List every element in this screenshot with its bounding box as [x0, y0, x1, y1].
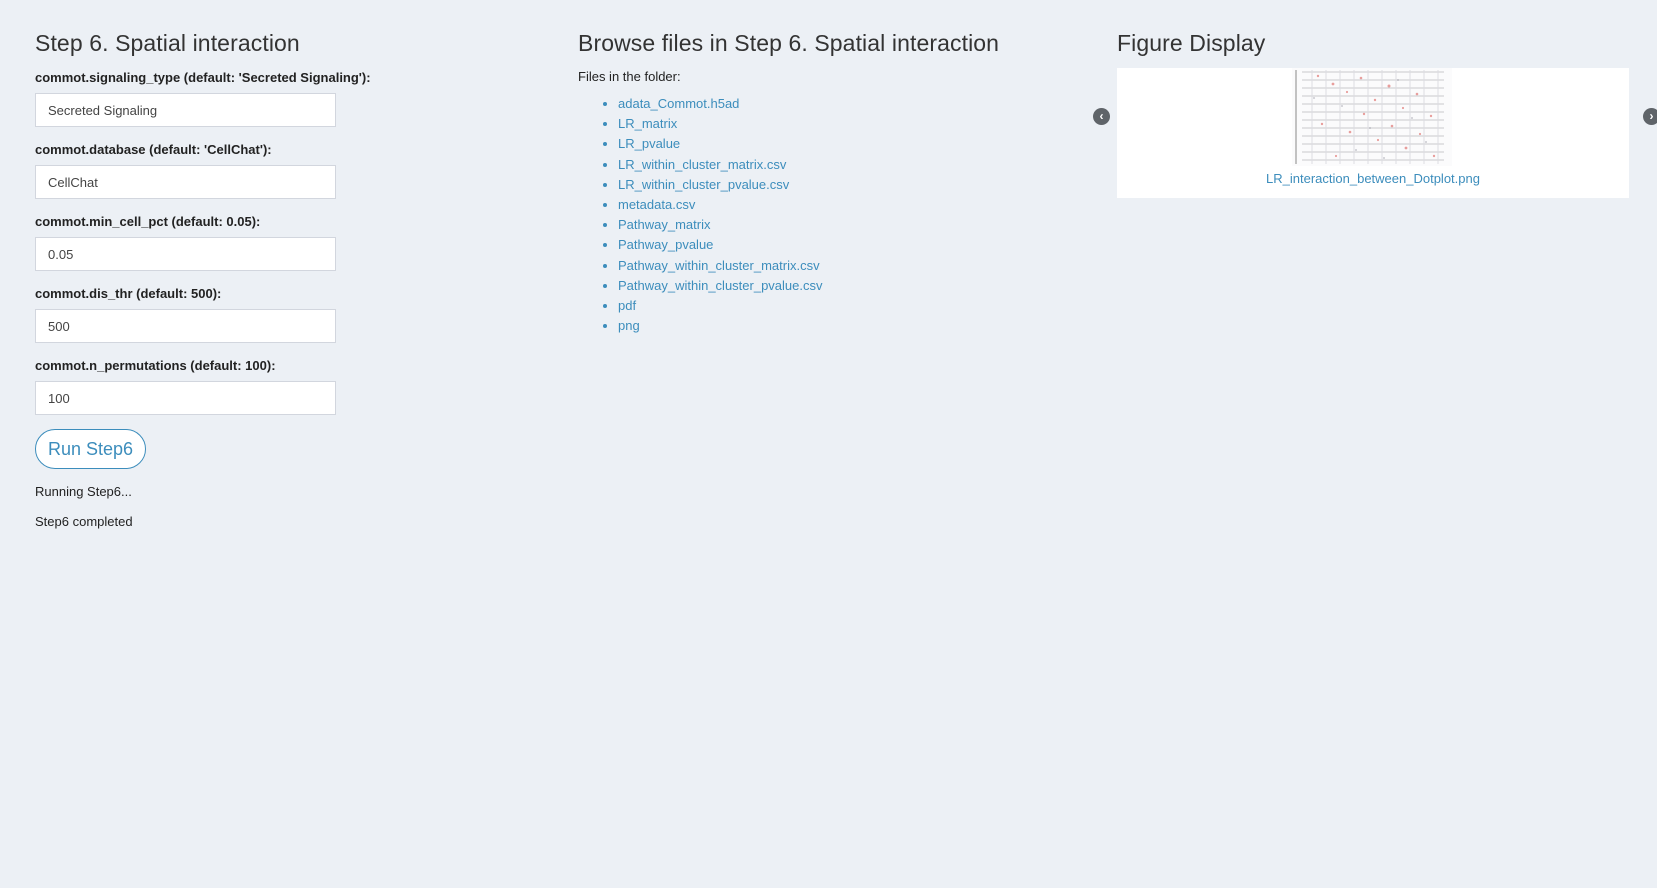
files-panel: Browse files in Step 6. Spatial interact… — [578, 28, 1048, 336]
signaling-type-input[interactable] — [35, 93, 336, 127]
n-permutations-field: commot.n_permutations (default: 100): — [35, 356, 475, 415]
list-item: LR_pvalue — [618, 134, 1048, 154]
list-item: pdf — [618, 296, 1048, 316]
database-input[interactable] — [35, 165, 336, 199]
signaling-type-field: commot.signaling_type (default: 'Secrete… — [35, 68, 475, 127]
file-link[interactable]: Pathway_within_cluster_matrix.csv — [618, 258, 820, 273]
file-link[interactable]: png — [618, 318, 640, 333]
file-link[interactable]: Pathway_within_cluster_pvalue.csv — [618, 278, 823, 293]
figure-panel: Figure Display ‹ › LR_interaction_betwee… — [1093, 28, 1657, 198]
file-link[interactable]: Pathway_pvalue — [618, 237, 713, 252]
figure-thumbnail[interactable] — [1292, 68, 1452, 166]
file-link[interactable]: Pathway_matrix — [618, 217, 710, 232]
dis-thr-input[interactable] — [35, 309, 336, 343]
params-title: Step 6. Spatial interaction — [35, 30, 300, 56]
list-item: Pathway_within_cluster_matrix.csv — [618, 256, 1048, 276]
list-item: LR_within_cluster_pvalue.csv — [618, 175, 1048, 195]
figure-caption-link[interactable]: LR_interaction_between_Dotplot.png — [1266, 171, 1480, 186]
status-completed-text: Step6 completed — [35, 514, 133, 529]
figure-title: Figure Display — [1117, 30, 1266, 56]
figure-caption: LR_interaction_between_Dotplot.png — [1117, 170, 1629, 188]
figure-carousel: ‹ › LR_interaction_between_Dotplot.png — [1093, 68, 1657, 198]
list-item: png — [618, 316, 1048, 336]
list-item: Pathway_matrix — [618, 215, 1048, 235]
signaling-type-label: commot.signaling_type (default: 'Secrete… — [35, 70, 371, 85]
n-permutations-label: commot.n_permutations (default: 100): — [35, 358, 276, 373]
status-running-text: Running Step6... — [35, 484, 132, 499]
file-link[interactable]: LR_within_cluster_matrix.csv — [618, 157, 786, 172]
list-item: LR_matrix — [618, 114, 1048, 134]
list-item: LR_within_cluster_matrix.csv — [618, 155, 1048, 175]
folder-label: Files in the folder: — [578, 69, 681, 84]
database-label: commot.database (default: 'CellChat'): — [35, 142, 272, 157]
min-cell-pct-label: commot.min_cell_pct (default: 0.05): — [35, 214, 261, 229]
run-step6-button[interactable]: Run Step6 — [35, 429, 147, 469]
list-item: Pathway_within_cluster_pvalue.csv — [618, 276, 1048, 296]
min-cell-pct-field: commot.min_cell_pct (default: 0.05): — [35, 212, 475, 271]
list-item: Pathway_pvalue — [618, 235, 1048, 255]
dis-thr-label: commot.dis_thr (default: 500): — [35, 286, 222, 301]
chevron-right-icon[interactable]: › — [1643, 108, 1657, 125]
file-link[interactable]: pdf — [618, 298, 636, 313]
min-cell-pct-input[interactable] — [35, 237, 336, 271]
dis-thr-field: commot.dis_thr (default: 500): — [35, 284, 475, 343]
list-item: metadata.csv — [618, 195, 1048, 215]
file-link[interactable]: LR_matrix — [618, 116, 677, 131]
database-field: commot.database (default: 'CellChat'): — [35, 140, 475, 199]
n-permutations-input[interactable] — [35, 381, 336, 415]
files-title: Browse files in Step 6. Spatial interact… — [578, 30, 1000, 56]
chevron-left-icon[interactable]: ‹ — [1093, 108, 1110, 125]
dotplot-thumbnail-image — [1292, 68, 1452, 166]
file-link[interactable]: LR_pvalue — [618, 136, 680, 151]
file-link[interactable]: metadata.csv — [618, 197, 695, 212]
file-link[interactable]: LR_within_cluster_pvalue.csv — [618, 177, 789, 192]
file-list: adata_Commot.h5ad LR_matrix LR_pvalue LR… — [578, 94, 1048, 336]
list-item: adata_Commot.h5ad — [618, 94, 1048, 114]
params-panel: Step 6. Spatial interaction commot.signa… — [35, 28, 475, 531]
file-link[interactable]: adata_Commot.h5ad — [618, 96, 739, 111]
